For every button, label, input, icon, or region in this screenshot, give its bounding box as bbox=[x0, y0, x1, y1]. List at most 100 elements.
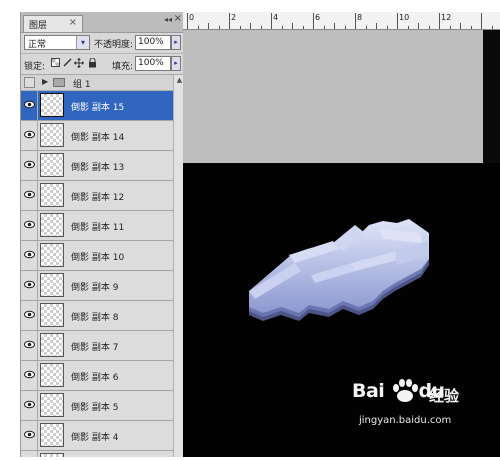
visibility-toggle[interactable] bbox=[21, 451, 38, 457]
layer-row[interactable]: 倒影 副本 3 bbox=[21, 451, 173, 457]
expand-triangle-icon[interactable]: ▶ bbox=[42, 77, 48, 86]
layer-thumbnail[interactable] bbox=[40, 303, 64, 327]
ruler-tick bbox=[229, 13, 230, 29]
layer-row[interactable]: 倒影 副本 12 bbox=[21, 181, 173, 211]
ruler-label: 12 bbox=[441, 13, 452, 22]
ruler-tick bbox=[239, 26, 241, 29]
layer-thumbnail[interactable] bbox=[40, 213, 64, 237]
fill-label: 填充: bbox=[112, 62, 134, 72]
ruler-tick bbox=[376, 23, 377, 29]
layer-thumbnail[interactable] bbox=[40, 363, 64, 387]
layer-row[interactable]: 倒影 副本 15 bbox=[21, 91, 173, 121]
ruler-tick bbox=[449, 26, 451, 29]
visibility-toggle[interactable] bbox=[21, 181, 38, 210]
group-name: 组 1 bbox=[73, 80, 91, 90]
visibility-toggle[interactable] bbox=[21, 421, 38, 450]
fill-slider-arrow-icon[interactable]: ▸ bbox=[171, 56, 181, 71]
layer-name: 倒影 副本 5 bbox=[71, 403, 119, 413]
layer-thumbnail[interactable] bbox=[40, 123, 64, 147]
layer-name: 倒影 副本 9 bbox=[71, 283, 119, 293]
layer-row[interactable]: 倒影 副本 10 bbox=[21, 241, 173, 271]
horizontal-ruler: 0 2 4 6 8 10 12 bbox=[183, 12, 500, 30]
layer-thumbnail[interactable] bbox=[40, 333, 64, 357]
canvas[interactable] bbox=[183, 163, 500, 457]
panel-tab-bar: 图层 × ◂◂ × bbox=[21, 12, 184, 33]
layer-thumbnail[interactable] bbox=[40, 273, 64, 297]
tab-close-icon[interactable]: × bbox=[69, 17, 77, 28]
visibility-toggle[interactable] bbox=[21, 121, 38, 150]
blend-mode-value: 正常 bbox=[28, 40, 47, 50]
visibility-toggle[interactable] bbox=[21, 301, 38, 330]
canvas-pasteboard bbox=[183, 30, 483, 163]
layer-name: 倒影 副本 11 bbox=[71, 223, 125, 233]
ruler-tick bbox=[323, 26, 325, 29]
baidu-logo-bai: Bai bbox=[352, 380, 385, 402]
layer-name: 倒影 副本 6 bbox=[71, 373, 119, 383]
close-panel-icon[interactable]: × bbox=[174, 13, 182, 24]
layer-thumbnail[interactable] bbox=[40, 153, 64, 177]
ruler-tick bbox=[460, 23, 461, 29]
layer-name: 倒影 副本 12 bbox=[71, 193, 125, 203]
lock-paint-icon[interactable] bbox=[62, 58, 72, 68]
layer-group-row[interactable]: ▶ 组 1 bbox=[21, 75, 173, 91]
layer-row[interactable]: 倒影 副本 8 bbox=[21, 301, 173, 331]
ruler-label: 4 bbox=[273, 13, 279, 22]
layer-row[interactable]: 倒影 副本 7 bbox=[21, 331, 173, 361]
blend-mode-select[interactable]: 正常 ▾ bbox=[24, 35, 90, 50]
opacity-input[interactable]: 100% bbox=[135, 35, 171, 50]
lock-all-icon[interactable] bbox=[87, 57, 97, 68]
ruler-tick bbox=[334, 23, 335, 29]
ruler-tick bbox=[397, 13, 398, 29]
group-visibility-toggle[interactable] bbox=[24, 77, 35, 88]
visibility-toggle[interactable] bbox=[21, 151, 38, 180]
layer-thumbnail[interactable] bbox=[40, 243, 64, 267]
layer-row[interactable]: 倒影 副本 5 bbox=[21, 391, 173, 421]
ruler-tick bbox=[365, 26, 367, 29]
ruler-tick bbox=[250, 23, 251, 29]
layer-row[interactable]: 倒影 副本 11 bbox=[21, 211, 173, 241]
tab-layers[interactable]: 图层 × bbox=[23, 15, 83, 32]
layer-thumbnail[interactable] bbox=[40, 453, 64, 457]
layer-row[interactable]: 倒影 副本 9 bbox=[21, 271, 173, 301]
ruler-label: 2 bbox=[231, 13, 237, 22]
layer-thumbnail[interactable] bbox=[40, 183, 64, 207]
layer-row[interactable]: 倒影 副本 13 bbox=[21, 151, 173, 181]
layer-row[interactable]: 倒影 副本 6 bbox=[21, 361, 173, 391]
eye-icon bbox=[24, 250, 35, 259]
layer-thumbnail[interactable] bbox=[40, 93, 64, 117]
layer-name: 倒影 副本 7 bbox=[71, 343, 119, 353]
layer-row[interactable]: 倒影 副本 4 bbox=[21, 421, 173, 451]
fill-input[interactable]: 100% bbox=[135, 56, 171, 71]
lock-move-icon[interactable] bbox=[74, 58, 84, 68]
visibility-toggle[interactable] bbox=[21, 271, 38, 300]
lock-transparent-icon[interactable] bbox=[50, 58, 60, 68]
opacity-slider-arrow-icon[interactable]: ▸ bbox=[171, 35, 181, 50]
ruler-tick bbox=[344, 26, 346, 29]
layer-list: 倒影 副本 15 倒影 副本 14 倒影 副本 13 倒影 副本 12 倒影 副本 11… bbox=[21, 91, 173, 457]
ruler-tick bbox=[313, 13, 314, 29]
visibility-toggle[interactable] bbox=[21, 391, 38, 420]
visibility-toggle[interactable] bbox=[21, 211, 38, 240]
eye-icon bbox=[24, 190, 35, 199]
layer-thumbnail[interactable] bbox=[40, 423, 64, 447]
eye-icon bbox=[24, 280, 35, 289]
ruler-tick bbox=[355, 13, 356, 29]
eye-icon bbox=[24, 430, 35, 439]
ruler-label: 8 bbox=[357, 13, 363, 22]
opacity-value: 100% bbox=[138, 37, 164, 47]
eye-icon bbox=[24, 400, 35, 409]
layer-thumbnail[interactable] bbox=[40, 393, 64, 417]
visibility-toggle[interactable] bbox=[21, 361, 38, 390]
visibility-toggle[interactable] bbox=[21, 91, 38, 120]
chevron-down-icon[interactable]: ▾ bbox=[76, 36, 89, 49]
visibility-toggle[interactable] bbox=[21, 241, 38, 270]
ruler-tick bbox=[281, 26, 283, 29]
layer-row[interactable]: 倒影 副本 14 bbox=[21, 121, 173, 151]
watermark-url: jingyan.baidu.com bbox=[359, 415, 452, 426]
layers-panel: 图层 × ◂◂ × 正常 ▾ 不透明度: 100% ▸ 锁定: 填充: 100%… bbox=[20, 12, 184, 457]
ruler-label: 0 bbox=[189, 13, 195, 22]
visibility-toggle[interactable] bbox=[21, 331, 38, 360]
ruler-tick bbox=[208, 23, 209, 29]
collapse-panel-icon[interactable]: ◂◂ bbox=[164, 15, 172, 24]
ruler-tick bbox=[292, 23, 293, 29]
